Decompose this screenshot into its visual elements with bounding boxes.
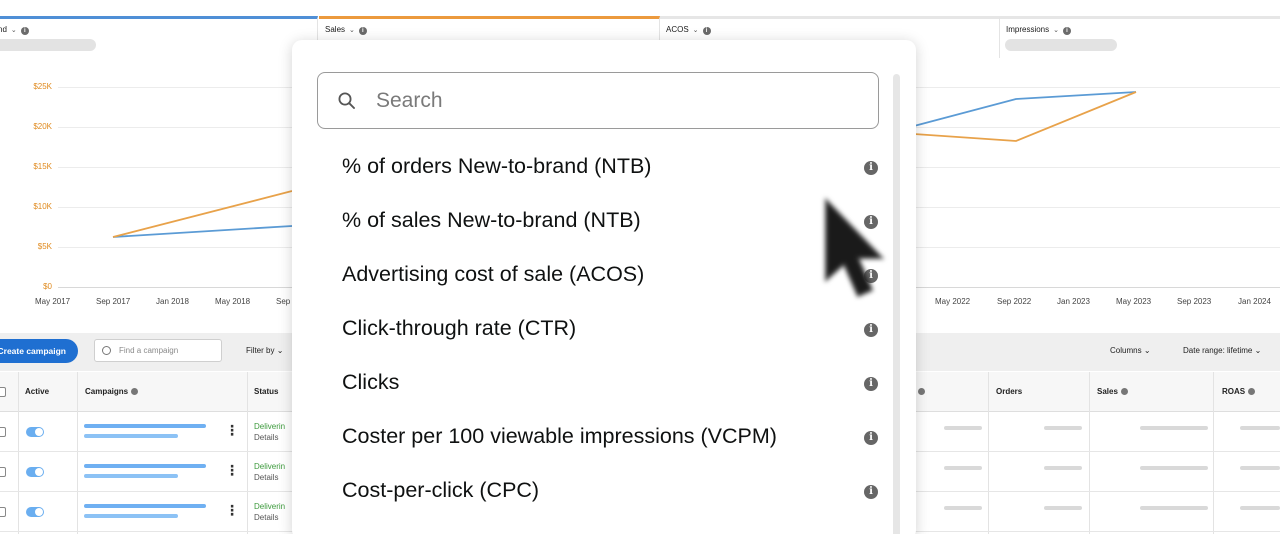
mouse-cursor-icon [825, 198, 885, 298]
metric-option-label: Clicks [342, 370, 400, 394]
chevron-down-icon: ⌄ [276, 346, 284, 355]
details-link[interactable]: Details [254, 513, 278, 522]
search-icon [102, 346, 111, 355]
series-line-blue [112, 225, 293, 238]
info-icon[interactable]: i [864, 323, 878, 337]
status-text: Deliverin [254, 502, 286, 511]
more-options-icon[interactable]: ⋮ [225, 463, 239, 477]
campaign-subtext-placeholder [84, 434, 178, 438]
details-link[interactable]: Details [254, 473, 278, 482]
date-range-dropdown[interactable]: Date range: lifetime ⌄ [1183, 346, 1261, 355]
header-orders-label: Orders [996, 387, 1023, 396]
chevron-down-icon: ⌄ [1143, 346, 1151, 355]
column-divider [18, 372, 19, 534]
row-checkbox[interactable] [0, 467, 6, 477]
header-sales[interactable]: Sales [1097, 387, 1128, 396]
search-icon [338, 92, 355, 109]
cell-placeholder [1044, 426, 1082, 430]
header-status[interactable]: Status [254, 387, 278, 396]
cell-placeholder [1140, 426, 1208, 430]
header-campaigns[interactable]: Campaigns [85, 387, 139, 396]
select-all-checkbox[interactable] [0, 387, 6, 397]
header-roas-label: ROAS [1222, 387, 1246, 396]
columns-label: Columns [1110, 346, 1142, 355]
active-toggle[interactable] [26, 467, 44, 477]
metric-option-acos[interactable]: Advertising cost of sale (ACOS) i [292, 250, 892, 300]
more-options-icon[interactable]: ⋮ [225, 423, 239, 437]
header-roas[interactable]: ROAS [1222, 387, 1256, 396]
date-range-label: Date range: lifetime [1183, 346, 1253, 355]
header-sales-label: Sales [1097, 387, 1118, 396]
find-campaign-input[interactable]: Find a campaign [94, 339, 222, 362]
cell-placeholder [944, 506, 982, 510]
cell-placeholder [1240, 426, 1280, 430]
metric-option-label: % of sales New-to-brand (NTB) [342, 208, 641, 232]
info-icon[interactable]: i [864, 161, 878, 175]
cell-placeholder [1240, 466, 1280, 470]
dropdown-scrollbar[interactable] [893, 74, 900, 534]
active-toggle[interactable] [26, 507, 44, 517]
metric-option-cpc[interactable]: Cost-per-click (CPC) i [292, 466, 892, 516]
cell-placeholder [1044, 506, 1082, 510]
campaign-subtext-placeholder [84, 474, 178, 478]
metric-option-vcpm[interactable]: Coster per 100 viewable impressions (VCP… [292, 412, 892, 462]
column-divider [988, 372, 989, 534]
header-hidden-col[interactable] [915, 387, 925, 396]
info-icon [918, 388, 925, 396]
cell-placeholder [1140, 466, 1208, 470]
metric-option-sales-ntb[interactable]: % of sales New-to-brand (NTB) i [292, 196, 892, 246]
metric-option-orders-ntb[interactable]: % of orders New-to-brand (NTB) i [292, 142, 892, 192]
cell-placeholder [1044, 466, 1082, 470]
status-text: Deliverin [254, 422, 286, 431]
header-orders[interactable]: Orders [996, 387, 1022, 396]
info-icon [1120, 388, 1128, 396]
campaign-name-placeholder[interactable] [84, 464, 206, 468]
info-icon [1248, 388, 1256, 396]
metric-option-label: Click-through rate (CTR) [342, 316, 577, 340]
active-toggle[interactable] [26, 427, 44, 437]
series-line-orange [112, 190, 293, 238]
header-campaigns-label: Campaigns [85, 387, 129, 396]
info-icon[interactable]: i [864, 377, 878, 391]
column-divider [77, 372, 78, 534]
header-active[interactable]: Active [25, 387, 49, 396]
columns-dropdown[interactable]: Columns ⌄ [1110, 346, 1151, 355]
metric-option-clicks[interactable]: Clicks i [292, 358, 892, 408]
more-options-icon[interactable]: ⋮ [225, 503, 239, 517]
info-icon [131, 388, 139, 396]
filter-by-label: Filter by [246, 346, 275, 355]
metric-option-label: Advertising cost of sale (ACOS) [342, 262, 645, 286]
row-checkbox[interactable] [0, 427, 6, 437]
details-link[interactable]: Details [254, 433, 278, 442]
series-line-blue [913, 91, 1137, 127]
column-divider [1213, 372, 1214, 534]
column-divider [1089, 372, 1090, 534]
metric-option-label: Cost-per-click (CPC) [342, 478, 540, 502]
chevron-down-icon: ⌄ [1254, 346, 1262, 355]
find-campaign-placeholder: Find a campaign [119, 346, 179, 355]
metric-option-label: Coster per 100 viewable impressions (VCP… [342, 424, 777, 448]
column-divider [247, 372, 248, 534]
row-checkbox[interactable] [0, 507, 6, 517]
info-icon[interactable]: i [864, 431, 878, 445]
metric-search-field[interactable] [317, 72, 879, 129]
metric-search-input[interactable] [376, 83, 856, 119]
campaign-name-placeholder[interactable] [84, 424, 206, 428]
metric-option-label: % of orders New-to-brand (NTB) [342, 154, 652, 178]
info-icon[interactable]: i [864, 485, 878, 499]
cell-placeholder [944, 466, 982, 470]
campaign-subtext-placeholder [84, 514, 178, 518]
status-text: Deliverin [254, 462, 286, 471]
metric-option-ctr[interactable]: Click-through rate (CTR) i [292, 304, 892, 354]
filter-by-dropdown[interactable]: Filter by ⌄ [246, 346, 283, 355]
cell-placeholder [1240, 506, 1280, 510]
cell-placeholder [944, 426, 982, 430]
cell-placeholder [1140, 506, 1208, 510]
create-campaign-button[interactable]: Create campaign [0, 339, 78, 363]
campaign-name-placeholder[interactable] [84, 504, 206, 508]
